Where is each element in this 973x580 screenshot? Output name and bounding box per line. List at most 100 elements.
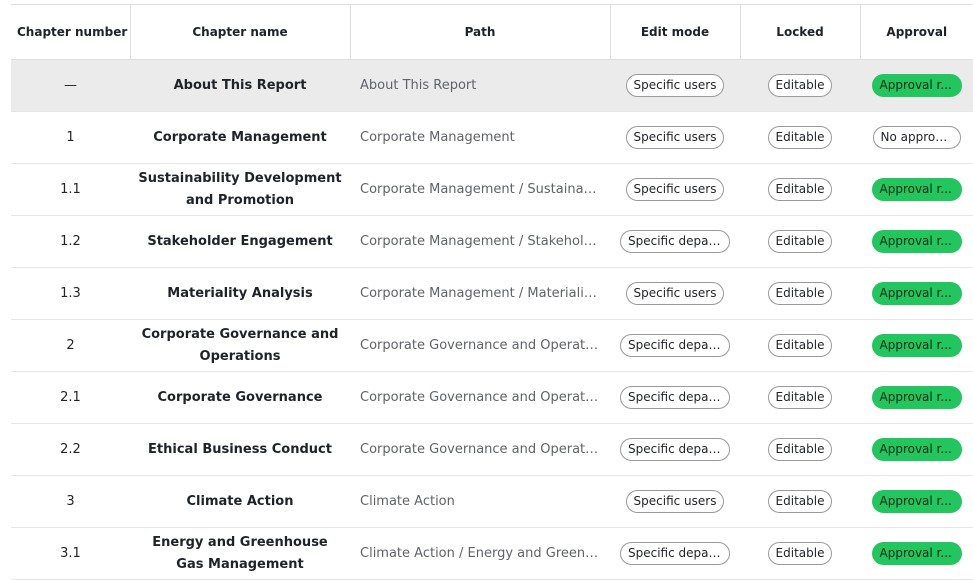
locked-cell: Editable	[740, 475, 860, 528]
edit-mode-badge[interactable]: Specific depar...	[620, 386, 730, 409]
table-row[interactable]: 3.1 Energy and Greenhouse Gas Management C…	[11, 527, 973, 580]
path-cell: Corporate Governance and Operatio...	[350, 371, 610, 424]
chapter-name-cell: Corporate Management	[130, 111, 350, 164]
locked-status-badge[interactable]: Editable	[767, 438, 833, 461]
edit-mode-badge[interactable]: Specific depar...	[620, 230, 730, 253]
approval-status-badge[interactable]: Approval r...	[871, 490, 962, 513]
edit-mode-badge[interactable]: Specific users	[625, 490, 725, 513]
edit-mode-badge[interactable]: Specific depar...	[620, 334, 730, 357]
edit-mode-cell: Specific depar...	[610, 319, 740, 372]
chapter-number-cell: 2.1	[11, 371, 130, 424]
locked-cell: Editable	[740, 371, 860, 424]
approval-cell: No approval	[860, 111, 973, 164]
locked-status-badge[interactable]: Editable	[767, 490, 833, 513]
column-header-locked[interactable]: Locked	[740, 4, 861, 60]
edit-mode-cell: Specific users	[610, 267, 740, 320]
approval-cell: Approval r...	[860, 319, 973, 372]
approval-status-badge[interactable]: Approval r...	[871, 334, 962, 357]
approval-status-badge[interactable]: Approval r...	[871, 438, 962, 461]
table-row[interactable]: 1.1 Sustainability Development and Promot…	[11, 163, 973, 216]
column-header-path[interactable]: Path	[350, 4, 611, 60]
table-row[interactable]: — About This Report About This Report Speci…	[11, 59, 973, 112]
chapter-name-cell: Sustainability Development and Promotion	[130, 163, 350, 216]
table-row[interactable]: 1.2 Stakeholder Engagement Corporate Manag…	[11, 215, 973, 268]
chapters-table: Chapter number Chapter name Path Edit mo…	[11, 4, 973, 580]
chapter-number-cell: 1.3	[11, 267, 130, 320]
table-row[interactable]: 1.3 Materiality Analysis Corporate Managem…	[11, 267, 973, 320]
edit-mode-cell: Specific depar...	[610, 371, 740, 424]
path-cell: Corporate Management	[350, 111, 610, 164]
table-row[interactable]: 2.2 Ethical Business Conduct Corporate Gov…	[11, 423, 973, 476]
chapter-number-cell: 3	[11, 475, 130, 528]
edit-mode-badge[interactable]: Specific users	[625, 178, 725, 201]
edit-mode-cell: Specific depar...	[610, 527, 740, 580]
approval-cell: Approval r...	[860, 475, 973, 528]
approval-status-badge[interactable]: Approval r...	[871, 178, 962, 201]
approval-status-badge[interactable]: Approval r...	[871, 386, 962, 409]
locked-status-badge[interactable]: Editable	[767, 178, 833, 201]
path-cell: Corporate Governance and Operatio...	[350, 319, 610, 372]
edit-mode-badge[interactable]: Specific depar...	[620, 438, 730, 461]
edit-mode-badge[interactable]: Specific depar...	[620, 542, 730, 565]
chapter-name-cell: About This Report	[130, 59, 350, 112]
column-header-edit-mode[interactable]: Edit mode	[610, 4, 741, 60]
chapter-number-cell: 3.1	[11, 527, 130, 580]
approval-status-badge[interactable]: Approval r...	[871, 74, 962, 97]
path-cell: Corporate Governance and Operatio...	[350, 423, 610, 476]
table-row[interactable]: 2.1 Corporate Governance Corporate Governa…	[11, 371, 973, 424]
locked-status-badge[interactable]: Editable	[767, 542, 833, 565]
chapter-name-cell: Stakeholder Engagement	[130, 215, 350, 268]
path-cell: Corporate Management / Sustainab...	[350, 163, 610, 216]
approval-cell: Approval r...	[860, 215, 973, 268]
table-header: Chapter number Chapter name Path Edit mo…	[11, 4, 973, 60]
locked-status-badge[interactable]: Editable	[767, 282, 833, 305]
path-cell: Climate Action	[350, 475, 610, 528]
column-header-chapter-name[interactable]: Chapter name	[130, 4, 351, 60]
locked-status-badge[interactable]: Editable	[767, 230, 833, 253]
chapter-number-cell: 2	[11, 319, 130, 372]
locked-cell: Editable	[740, 59, 860, 112]
locked-status-badge[interactable]: Editable	[767, 74, 833, 97]
header-row: Chapter number Chapter name Path Edit mo…	[11, 4, 973, 60]
edit-mode-cell: Specific depar...	[610, 423, 740, 476]
edit-mode-cell: Specific users	[610, 59, 740, 112]
column-header-approval[interactable]: Approval	[860, 4, 973, 60]
table-row[interactable]: 3 Climate Action Climate Action Specific us…	[11, 475, 973, 528]
approval-status-badge[interactable]: No approval	[872, 126, 961, 149]
edit-mode-badge[interactable]: Specific users	[625, 282, 725, 305]
locked-cell: Editable	[740, 111, 860, 164]
edit-mode-cell: Specific users	[610, 475, 740, 528]
chapter-name-cell: Corporate Governance	[130, 371, 350, 424]
edit-mode-cell: Specific users	[610, 111, 740, 164]
table-row[interactable]: 1 Corporate Management Corporate Managemen…	[11, 111, 973, 164]
chapter-number-cell: 2.2	[11, 423, 130, 476]
locked-status-badge[interactable]: Editable	[767, 126, 833, 149]
chapter-number-cell: —	[11, 59, 130, 112]
approval-status-badge[interactable]: Approval r...	[871, 282, 962, 305]
approval-status-badge[interactable]: Approval r...	[871, 230, 962, 253]
chapter-number-cell: 1.1	[11, 163, 130, 216]
chapter-name-cell: Climate Action	[130, 475, 350, 528]
locked-status-badge[interactable]: Editable	[767, 334, 833, 357]
table-row[interactable]: 2 Corporate Governance and Operations Corp…	[11, 319, 973, 372]
table-body: — About This Report About This Report Speci…	[11, 59, 973, 580]
locked-cell: Editable	[740, 527, 860, 580]
path-cell: Climate Action / Energy and Greenh...	[350, 527, 610, 580]
approval-status-badge[interactable]: Approval r...	[871, 542, 962, 565]
column-header-chapter-number[interactable]: Chapter number	[11, 4, 131, 60]
edit-mode-badge[interactable]: Specific users	[625, 74, 725, 97]
chapter-number-cell: 1	[11, 111, 130, 164]
edit-mode-cell: Specific users	[610, 163, 740, 216]
approval-cell: Approval r...	[860, 163, 973, 216]
locked-cell: Editable	[740, 163, 860, 216]
locked-status-badge[interactable]: Editable	[767, 386, 833, 409]
chapter-name-cell: Energy and Greenhouse Gas Management	[130, 527, 350, 580]
chapter-name-cell: Ethical Business Conduct	[130, 423, 350, 476]
approval-cell: Approval r...	[860, 371, 973, 424]
edit-mode-badge[interactable]: Specific users	[625, 126, 725, 149]
approval-cell: Approval r...	[860, 267, 973, 320]
path-cell: Corporate Management / Materialit...	[350, 267, 610, 320]
approval-cell: Approval r...	[860, 423, 973, 476]
edit-mode-cell: Specific depar...	[610, 215, 740, 268]
path-cell: Corporate Management / Stakehold...	[350, 215, 610, 268]
